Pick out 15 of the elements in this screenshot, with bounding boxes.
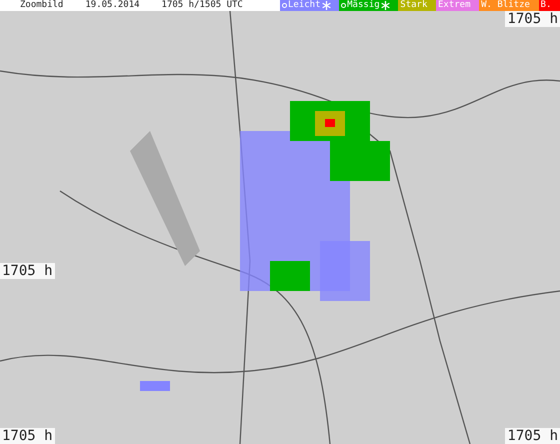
legend-label: Mässig (347, 0, 380, 11)
map-title: Zoombild (20, 0, 64, 11)
time-stamp: 1705 h (0, 263, 55, 279)
legend-label: W. Blitze (481, 0, 530, 11)
time-text: 1705 h/1505 UTC (162, 0, 243, 11)
legend-label: B. (540, 0, 552, 11)
legend-label: Extrem (438, 0, 471, 11)
date-text: 19.05.2014 (85, 0, 140, 11)
legend-label: Stark (400, 0, 428, 11)
time-stamp: 1705 h (505, 428, 560, 444)
legend-label: Leicht (288, 0, 321, 11)
time-stamp: 1705 h (0, 428, 55, 444)
snowflake-icon (380, 1, 390, 10)
snowflake-icon (322, 1, 331, 10)
time-stamp: 1705 h (505, 11, 560, 27)
